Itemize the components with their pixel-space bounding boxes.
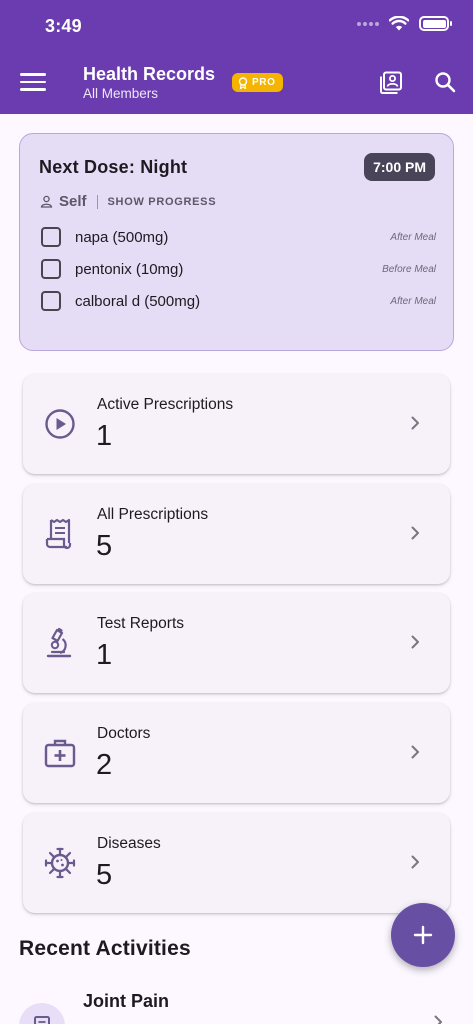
medicine-checkbox[interactable] [41, 291, 61, 311]
stat-value: 5 [96, 859, 113, 891]
page-subtitle: All Members [83, 86, 159, 101]
stat-label: Test Reports [97, 615, 185, 632]
active-prescriptions-card[interactable]: Active Prescriptions 1 [23, 374, 450, 474]
play-circle-icon [45, 409, 75, 439]
dose-member-name: Self [59, 193, 87, 210]
wifi-icon [389, 16, 409, 31]
prescription-receipt-icon [34, 1016, 50, 1024]
chevron-right-icon [411, 526, 419, 540]
add-button[interactable] [391, 903, 455, 967]
doctors-card[interactable]: Doctors 2 [23, 703, 450, 803]
member-records-icon [380, 71, 402, 94]
pro-badge-label: PRO [252, 77, 276, 88]
medicine-name: pentonix (10mg) [75, 260, 184, 278]
app-bar: 3:49 Health Records All Members PRO [0, 0, 473, 114]
status-icons [357, 16, 452, 31]
stat-label: Active Prescriptions [97, 396, 234, 413]
battery-icon [419, 16, 452, 31]
activity-avatar [19, 1003, 65, 1024]
show-progress-button[interactable]: SHOW PROGRESS [108, 196, 217, 208]
search-button[interactable] [433, 70, 459, 96]
stat-value: 5 [96, 530, 113, 562]
virus-icon [44, 847, 76, 879]
medical-bag-icon [44, 739, 76, 768]
medicine-row[interactable]: calboral d (500mg) After Meal [41, 289, 436, 313]
test-reports-card[interactable]: Test Reports 1 [23, 593, 450, 693]
medicine-meal-note: Before Meal [382, 263, 436, 275]
member-records-button[interactable] [378, 70, 404, 96]
signal-icon [357, 21, 379, 26]
page-title: Health Records [83, 64, 216, 84]
medicine-row[interactable]: napa (500mg) After Meal [41, 225, 436, 249]
stat-value: 1 [96, 639, 113, 671]
plus-icon [413, 925, 433, 945]
chevron-right-icon [434, 1015, 442, 1024]
chevron-right-icon [411, 745, 419, 759]
medicine-row[interactable]: pentonix (10mg) Before Meal [41, 257, 436, 281]
stat-label: All Prescriptions [97, 506, 209, 523]
divider [96, 194, 98, 209]
menu-button[interactable] [20, 69, 46, 95]
prescription-receipt-icon [45, 518, 72, 550]
status-time: 3:49 [45, 16, 82, 36]
medicine-checkbox[interactable] [41, 259, 61, 279]
search-icon [435, 72, 456, 93]
all-prescriptions-card[interactable]: All Prescriptions 5 [23, 484, 450, 584]
microscope-icon [46, 627, 72, 658]
next-dose-card[interactable]: Next Dose: Night 7:00 PM Self SHOW PROGR… [19, 133, 454, 351]
stat-value: 1 [96, 420, 113, 452]
dose-time-badge: 7:00 PM [364, 153, 435, 181]
stat-label: Diseases [97, 835, 161, 852]
medicine-checkbox[interactable] [41, 227, 61, 247]
dose-member-row: Self SHOW PROGRESS [40, 193, 216, 210]
stat-value: 2 [96, 749, 113, 781]
medicine-meal-note: After Meal [390, 295, 436, 307]
chevron-right-icon [411, 855, 419, 869]
medicine-name: calboral d (500mg) [75, 292, 201, 310]
recent-activities-heading: Recent Activities [19, 937, 191, 960]
chevron-right-icon [411, 416, 419, 430]
stat-label: Doctors [97, 725, 151, 742]
pro-badge[interactable]: PRO [232, 73, 284, 92]
next-dose-title: Next Dose: Night [39, 157, 188, 177]
person-icon [40, 195, 53, 208]
medicine-meal-note: After Meal [390, 231, 436, 243]
activity-title: Joint Pain [83, 991, 170, 1011]
award-icon [238, 76, 248, 89]
medicine-name: napa (500mg) [75, 228, 169, 246]
chevron-right-icon [411, 635, 419, 649]
diseases-card[interactable]: Diseases 5 [23, 813, 450, 913]
